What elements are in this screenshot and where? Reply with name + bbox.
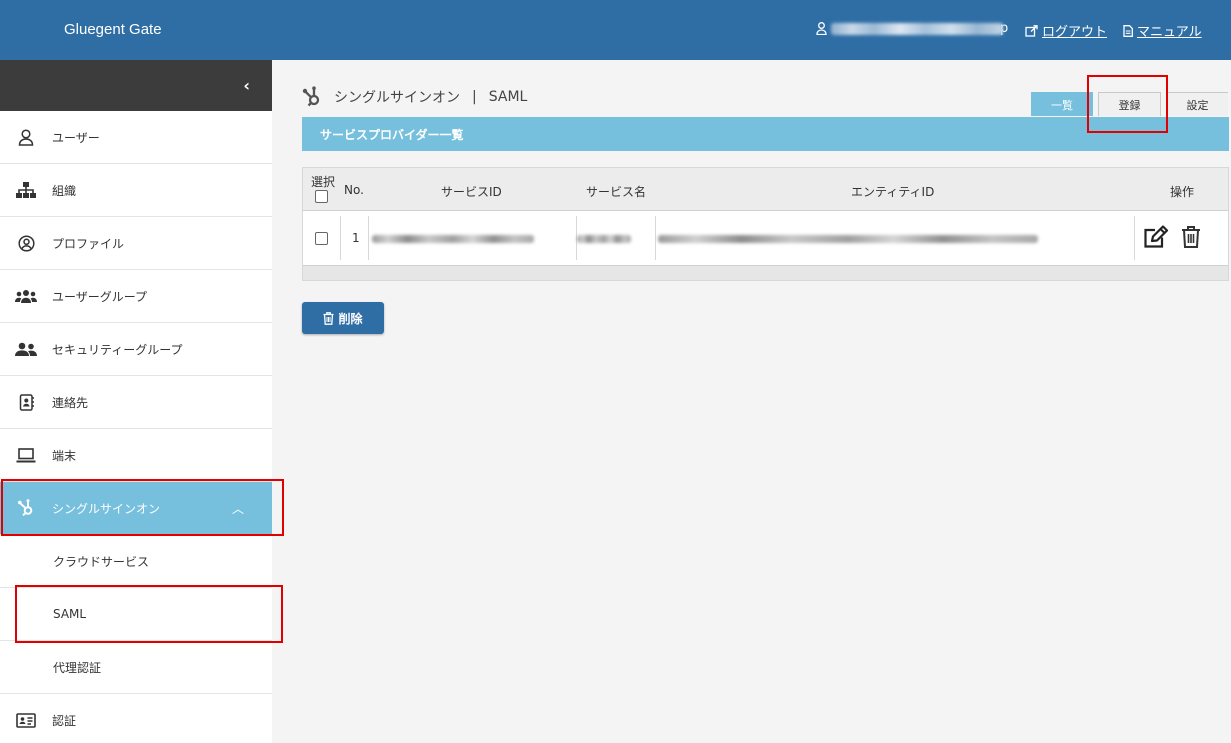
service-id-blurred <box>372 235 534 243</box>
external-link-icon <box>1025 24 1038 37</box>
table-header: 選択 No. サービスID サービス名 エンティティID 操作 <box>303 168 1228 211</box>
column-header-select: 選択 <box>311 175 336 189</box>
trash-icon[interactable] <box>1181 225 1201 253</box>
entity-id-blurred <box>658 235 1038 243</box>
address-book-icon <box>0 393 52 411</box>
page-subtitle: SAML <box>488 89 528 105</box>
sidebar-subitem-label: クラウドサービス <box>53 554 150 569</box>
user-email-blurred <box>831 22 1003 35</box>
sidebar-item-organization[interactable]: 組織 <box>0 164 272 217</box>
sidebar-item-contacts[interactable]: 連絡先 <box>0 376 272 429</box>
sidebar-item-label: 認証 <box>52 713 77 728</box>
row-number: 1 <box>352 231 360 245</box>
tab-settings[interactable]: 設定 <box>1166 92 1228 116</box>
sidebar-subitem-proxy-auth[interactable]: 代理認証 <box>0 641 272 694</box>
sidebar-item-security-groups[interactable]: セキュリティーグループ <box>0 323 272 376</box>
sidebar-item-label: ユーザー <box>52 130 100 145</box>
column-divider <box>368 216 369 260</box>
sidebar-item-user-groups[interactable]: ユーザーグループ <box>0 270 272 323</box>
column-header-entity-id: エンティティID <box>851 185 935 199</box>
delete-button-label: 削除 <box>338 311 363 326</box>
users-group-icon <box>0 289 52 304</box>
select-all-checkbox[interactable] <box>315 190 328 203</box>
user-account[interactable]: p <box>816 21 1008 36</box>
user-icon <box>0 128 52 146</box>
laptop-icon <box>0 447 52 463</box>
brand-name: Gluegent Gate <box>64 21 162 38</box>
logout-label: ログアウト <box>1042 25 1108 40</box>
tab-bar: 一覧 登録 設定 <box>1026 92 1228 116</box>
table-row: 1 <box>303 211 1228 266</box>
sidebar-item-label: 組織 <box>52 183 77 198</box>
hub-icon <box>0 499 52 517</box>
user-icon <box>816 22 827 35</box>
delete-button[interactable]: 削除 <box>302 302 384 334</box>
column-header-no: No. <box>344 183 364 197</box>
manual-label: マニュアル <box>1137 25 1202 40</box>
main-content: シングルサインオン | SAML 一覧 登録 設定 サービスプロバイダー一覧 選… <box>272 60 1231 743</box>
logout-link[interactable]: ログアウト <box>1025 21 1107 40</box>
sidebar-item-label: ユーザーグループ <box>52 289 148 304</box>
sidebar-item-authentication[interactable]: 認証 <box>0 694 272 743</box>
chevron-up-icon[interactable]: ︿ <box>232 500 244 517</box>
sidebar-subitem-saml[interactable]: SAML <box>0 588 272 641</box>
hub-icon <box>302 86 320 107</box>
sitemap-icon <box>0 182 52 198</box>
top-header: Gluegent Gate p ログアウト マニュアル <box>0 0 1231 60</box>
sidebar-collapse-bar[interactable]: ‹ <box>0 60 272 111</box>
tab-register[interactable]: 登録 <box>1098 92 1161 116</box>
sidebar-item-label: 連絡先 <box>52 395 89 410</box>
sidebar-item-sso[interactable]: シングルサインオン ︿ <box>0 482 272 535</box>
edit-icon[interactable] <box>1143 225 1169 253</box>
id-card-icon <box>0 712 52 728</box>
column-header-service-id: サービスID <box>441 185 502 199</box>
sidebar-item-label: プロファイル <box>52 236 125 251</box>
service-name-blurred <box>577 235 631 243</box>
table-footer <box>303 266 1228 280</box>
sidebar-item-label: 端末 <box>52 448 77 463</box>
sidebar-subitem-label: 代理認証 <box>53 660 102 675</box>
trash-icon <box>323 311 334 325</box>
sidebar-item-label: シングルサインオン <box>52 501 161 516</box>
chevron-left-icon[interactable]: ‹ <box>243 76 250 95</box>
sidebar-item-label: セキュリティーグループ <box>52 342 183 357</box>
page-title-text: シングルサインオン <box>334 90 460 106</box>
tab-list[interactable]: 一覧 <box>1031 92 1093 116</box>
sidebar-subitem-cloud-services[interactable]: クラウドサービス <box>0 535 272 588</box>
column-header-service-name: サービス名 <box>586 185 647 199</box>
user-friends-icon <box>0 342 52 357</box>
user-circle-icon <box>0 234 52 252</box>
column-divider <box>1134 216 1135 260</box>
page-title: シングルサインオン | SAML <box>302 86 527 108</box>
column-divider <box>340 216 341 260</box>
sidebar-item-users[interactable]: ユーザー <box>0 111 272 164</box>
service-provider-table: 選択 No. サービスID サービス名 エンティティID 操作 1 <box>302 167 1229 281</box>
column-header-actions: 操作 <box>1170 185 1195 199</box>
sidebar-item-devices[interactable]: 端末 <box>0 429 272 482</box>
document-icon <box>1123 24 1133 37</box>
section-header: サービスプロバイダー一覧 <box>302 117 1229 151</box>
sidebar-item-profile[interactable]: プロファイル <box>0 217 272 270</box>
sidebar: ‹ ユーザー 組織 プロファイル ユーザーグループ セキュリティーグループ 連絡… <box>0 60 272 743</box>
title-separator: | <box>472 89 477 105</box>
row-checkbox[interactable] <box>315 232 328 245</box>
manual-link[interactable]: マニュアル <box>1123 21 1202 40</box>
sidebar-subitem-label: SAML <box>53 607 87 621</box>
column-divider <box>655 216 656 260</box>
